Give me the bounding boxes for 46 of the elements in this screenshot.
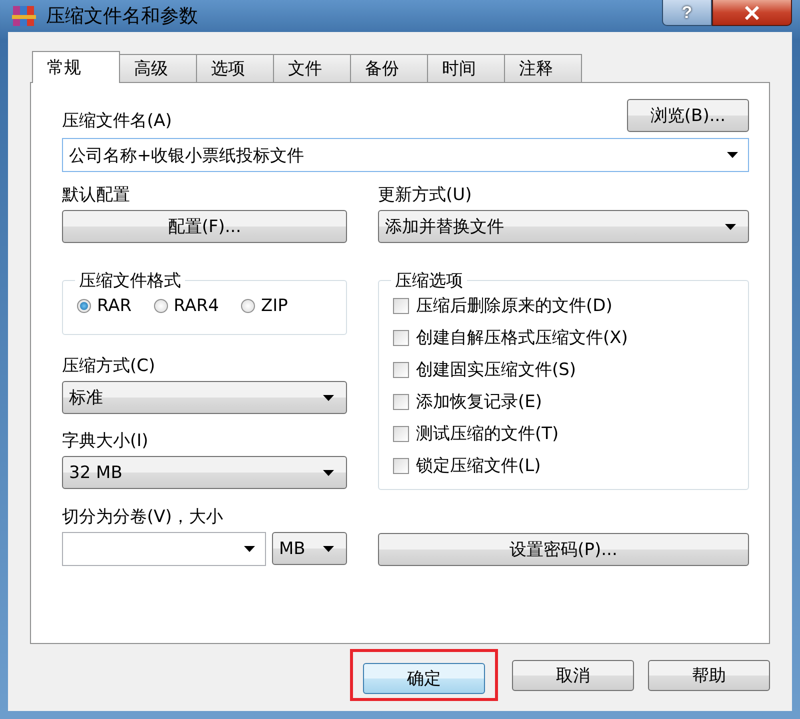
- checkbox-option[interactable]: 添加恢复记录(E): [393, 390, 736, 413]
- dictionary-dropdown[interactable]: 32 MB: [62, 456, 347, 489]
- radio-option[interactable]: ZIP: [240, 296, 288, 316]
- checkbox-option[interactable]: 测试压缩的文件(T): [393, 422, 736, 445]
- dropdown-arrow-icon: [244, 546, 255, 552]
- radio-option[interactable]: RAR: [77, 296, 132, 316]
- tab[interactable]: 文件: [273, 54, 351, 82]
- field-label: 默认配置: [62, 184, 131, 206]
- update-mode-dropdown[interactable]: 添加并替换文件: [378, 210, 749, 243]
- tab[interactable]: 时间: [427, 54, 505, 82]
- checkbox-option[interactable]: 创建固实压缩文件(S): [393, 358, 736, 381]
- checkbox-option[interactable]: 压缩后删除原来的文件(D): [393, 294, 736, 317]
- radio-option[interactable]: RAR4: [154, 296, 219, 316]
- tab[interactable]: 备份: [350, 54, 428, 82]
- group-title: 压缩文件格式: [78, 270, 182, 292]
- tab[interactable]: 选项: [196, 54, 274, 82]
- dialog-button[interactable]: 取消: [512, 660, 634, 690]
- dropdown-arrow-icon: [323, 470, 334, 476]
- dialog-button[interactable]: 确定: [363, 663, 485, 694]
- dropdown-arrow-icon: [323, 394, 334, 400]
- close-button[interactable]: [712, 0, 792, 26]
- volume-size-field[interactable]: [62, 532, 266, 566]
- set-password-button[interactable]: 设置密码(P)...: [378, 533, 749, 566]
- checkbox-option[interactable]: 锁定压缩文件(L): [393, 454, 736, 477]
- dropdown-arrow-icon: [727, 152, 738, 158]
- profile-button[interactable]: 配置(F)...: [62, 210, 347, 243]
- field-label: 更新方式(U): [378, 184, 473, 206]
- field-label: 切分为分卷(V)，大小: [62, 506, 224, 528]
- method-dropdown[interactable]: 标准: [62, 381, 347, 414]
- tab[interactable]: 注释: [504, 54, 582, 82]
- field-label: 字典大小(I): [62, 430, 150, 452]
- dropdown-arrow-icon: [323, 546, 334, 552]
- tab[interactable]: 高级: [119, 54, 197, 82]
- books-icon: [12, 4, 36, 28]
- group-title: 压缩选项: [394, 270, 464, 292]
- tab[interactable]: 常规: [32, 51, 120, 83]
- field-label: 压缩文件名(A): [62, 110, 172, 132]
- dialog-button[interactable]: 帮助: [648, 660, 770, 690]
- window-title: 压缩文件名和参数: [46, 4, 199, 29]
- archive-name-field[interactable]: 公司名称+收银小票纸投标文件: [62, 138, 749, 172]
- checkbox-option[interactable]: 创建自解压格式压缩文件(X): [393, 326, 736, 349]
- unit-dropdown[interactable]: MB: [272, 532, 347, 565]
- field-label: 压缩方式(C): [62, 355, 156, 377]
- close-icon: [744, 6, 760, 20]
- browse-button[interactable]: 浏览(B)...: [627, 99, 749, 132]
- dropdown-arrow-icon: [725, 224, 736, 230]
